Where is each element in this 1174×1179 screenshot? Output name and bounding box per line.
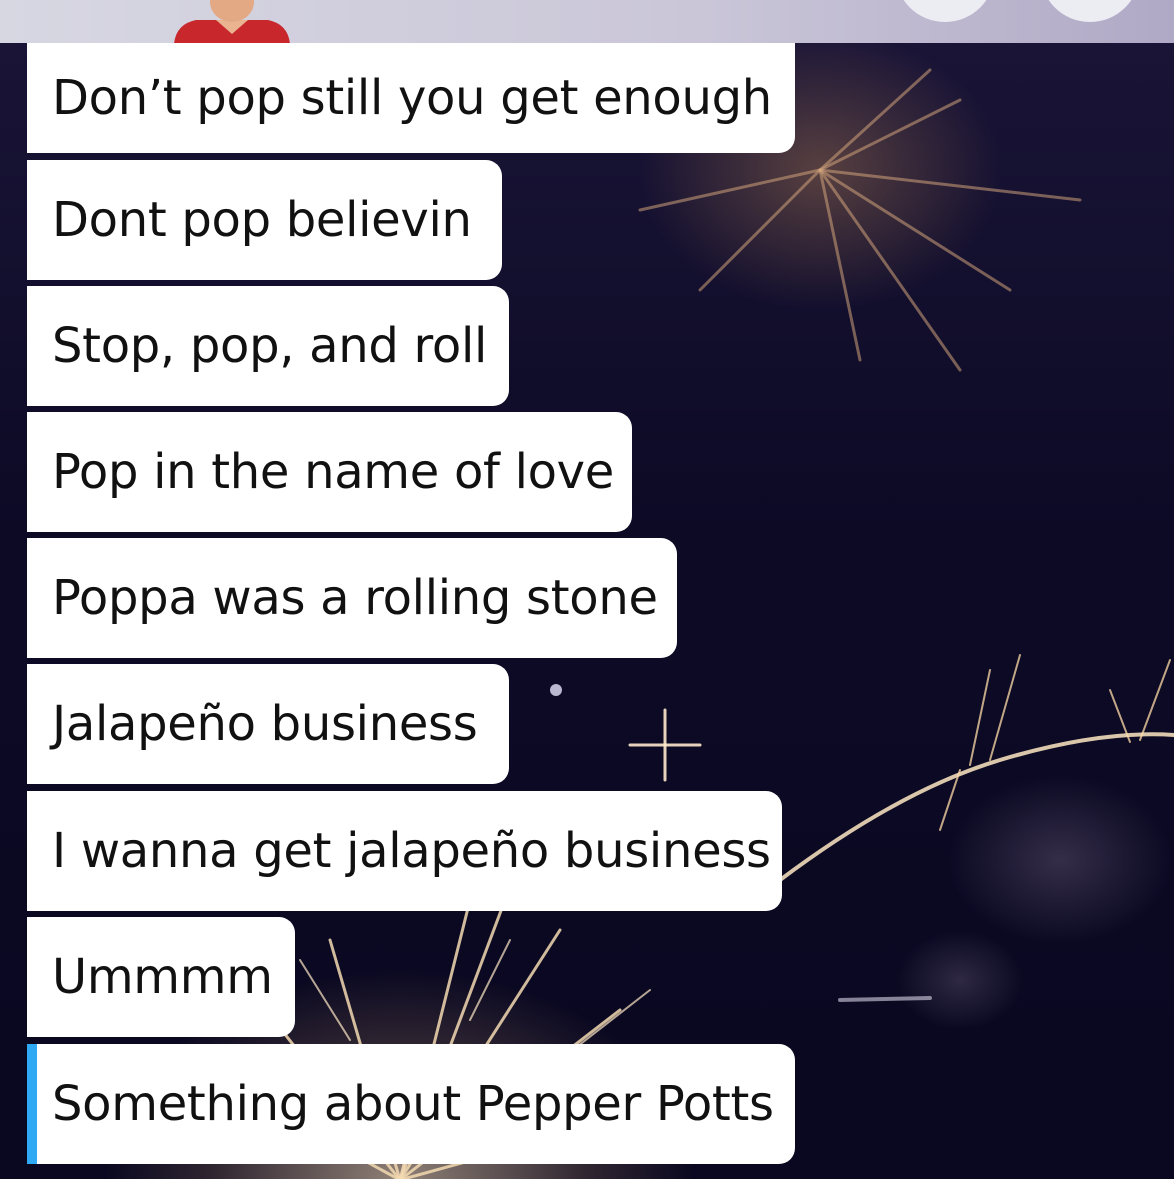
chat-message[interactable]: Dont pop believin: [27, 160, 502, 280]
chat-message-text: Ummmm: [52, 949, 273, 1005]
chat-message-text: I wanna get jalapeño business: [52, 823, 771, 879]
chat-message-text: Don’t pop still you get enough: [52, 70, 772, 126]
chat-message-text: Dont pop believin: [52, 192, 472, 248]
chat-message-text: Poppa was a rolling stone: [52, 570, 658, 626]
chat-message[interactable]: Don’t pop still you get enough: [27, 43, 795, 153]
header-action-button[interactable]: [1040, 0, 1140, 22]
chat-message-text: Something about Pepper Potts: [52, 1076, 774, 1132]
chat-message[interactable]: Pop in the name of love: [27, 412, 632, 532]
chat-message[interactable]: Stop, pop, and roll: [27, 286, 509, 406]
chat-message[interactable]: I wanna get jalapeño business: [27, 791, 782, 911]
chat-message-text: Pop in the name of love: [52, 444, 615, 500]
bitmoji-avatar-icon[interactable]: [172, 0, 292, 43]
header-action-button[interactable]: [895, 0, 995, 22]
chat-message-text: Stop, pop, and roll: [52, 318, 488, 374]
chat-message[interactable]: Jalapeño business: [27, 664, 509, 784]
chat-message-text: Jalapeño business: [52, 696, 478, 752]
chat-message[interactable]: Ummmm: [27, 917, 295, 1037]
chat-message[interactable]: Poppa was a rolling stone: [27, 538, 677, 658]
chat-header: [0, 0, 1174, 43]
chat-message-selected[interactable]: Something about Pepper Potts: [27, 1044, 795, 1164]
